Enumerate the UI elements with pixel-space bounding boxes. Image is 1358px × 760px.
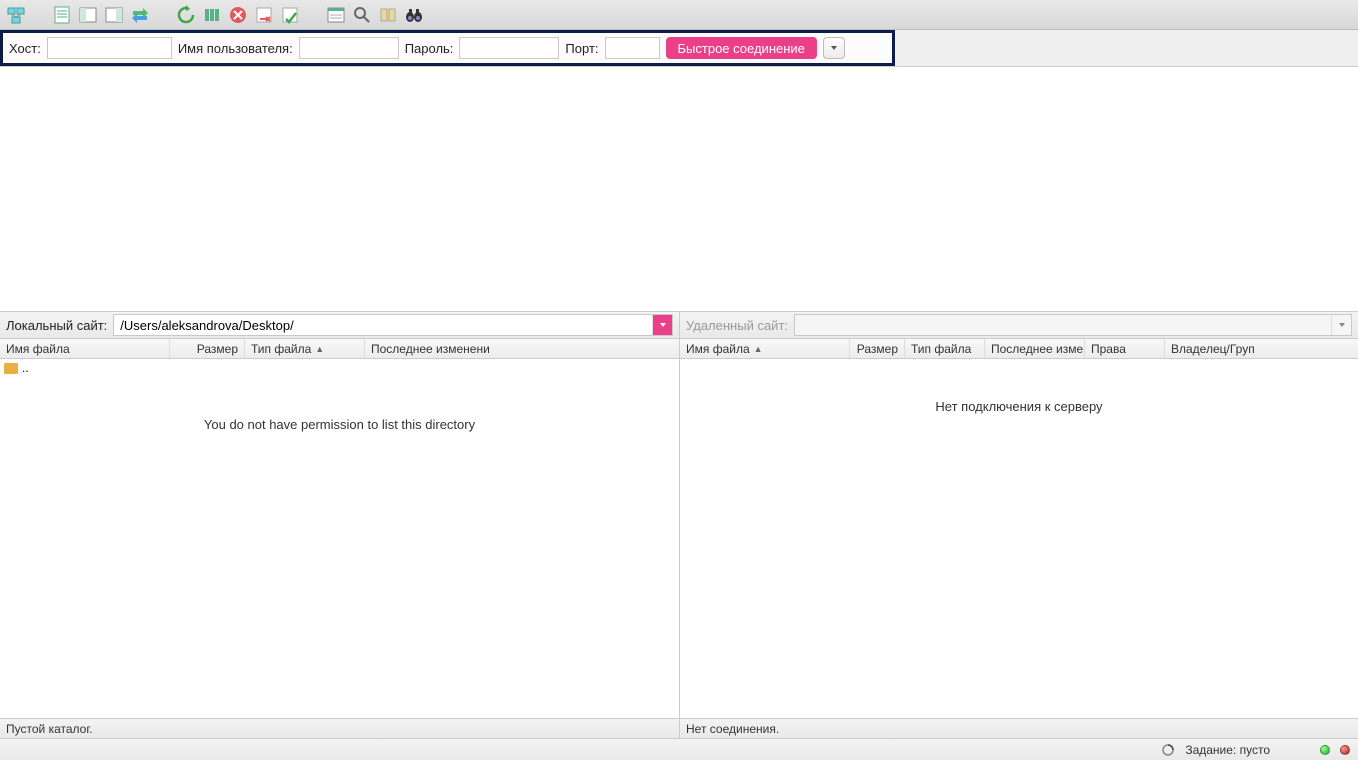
compare-icon[interactable] <box>376 3 400 27</box>
remote-panel: Имя файла▲ Размер Тип файла Последнее из… <box>680 339 1358 738</box>
remote-file-list[interactable]: Нет подключения к серверу <box>680 359 1358 718</box>
local-path-input[interactable] <box>114 315 652 335</box>
main-toolbar <box>0 0 1358 30</box>
status-bar: Задание: пусто <box>0 738 1358 760</box>
username-input[interactable] <box>299 37 399 59</box>
remote-column-headers[interactable]: Имя файла▲ Размер Тип файла Последнее из… <box>680 339 1358 359</box>
remote-path-dropdown-icon[interactable] <box>1331 315 1351 335</box>
remote-col-modified[interactable]: Последнее измен <box>985 339 1085 358</box>
remote-col-perms[interactable]: Права <box>1085 339 1165 358</box>
host-label: Хост: <box>9 41 41 56</box>
file-panels: Имя файла Размер Тип файла▲ Последнее из… <box>0 339 1358 738</box>
local-path-dropdown-icon[interactable] <box>652 315 672 335</box>
host-input[interactable] <box>47 37 172 59</box>
quickconnect-button[interactable]: Быстрое соединение <box>666 37 817 59</box>
remote-col-name[interactable]: Имя файла▲ <box>680 339 850 358</box>
status-dot-green <box>1320 745 1330 755</box>
local-col-size[interactable]: Размер <box>170 339 245 358</box>
activity-indicator-icon <box>1161 743 1175 757</box>
toggle-remote-tree-icon[interactable] <box>102 3 126 27</box>
binoculars-icon[interactable] <box>402 3 426 27</box>
local-status: Пустой каталог. <box>0 718 679 738</box>
folder-icon <box>4 363 18 374</box>
password-input[interactable] <box>459 37 559 59</box>
remote-col-type[interactable]: Тип файла <box>905 339 985 358</box>
parent-directory-row[interactable]: .. <box>0 359 679 377</box>
remote-path-input <box>795 315 1331 335</box>
local-col-name[interactable]: Имя файла <box>0 339 170 358</box>
username-label: Имя пользователя: <box>178 41 293 56</box>
remote-site-label: Удаленный сайт: <box>686 318 788 333</box>
search-icon[interactable] <box>350 3 374 27</box>
site-manager-icon[interactable] <box>4 3 28 27</box>
local-col-type[interactable]: Тип файла▲ <box>245 339 365 358</box>
remote-status: Нет соединения. <box>680 718 1358 738</box>
cancel-icon[interactable] <box>226 3 250 27</box>
local-path-combo[interactable] <box>113 314 673 336</box>
toggle-local-tree-icon[interactable] <box>76 3 100 27</box>
local-permission-message: You do not have permission to list this … <box>0 377 679 432</box>
site-path-bar: Локальный сайт: Удаленный сайт: <box>0 311 1358 339</box>
refresh-icon[interactable] <box>174 3 198 27</box>
remote-path-combo[interactable] <box>794 314 1352 336</box>
local-column-headers[interactable]: Имя файла Размер Тип файла▲ Последнее из… <box>0 339 679 359</box>
filter-icon[interactable] <box>324 3 348 27</box>
quickconnect-bar: Хост: Имя пользователя: Пароль: Порт: Бы… <box>0 30 895 66</box>
status-dot-red <box>1340 745 1350 755</box>
message-log[interactable] <box>0 67 1358 311</box>
password-label: Пароль: <box>405 41 454 56</box>
process-queue-icon[interactable] <box>200 3 224 27</box>
toggle-log-icon[interactable] <box>50 3 74 27</box>
local-file-list[interactable]: .. You do not have permission to list th… <box>0 359 679 718</box>
remote-connection-message: Нет подключения к серверу <box>680 359 1358 414</box>
local-col-modified[interactable]: Последнее изменени <box>365 339 679 358</box>
port-label: Порт: <box>565 41 598 56</box>
remote-col-owner[interactable]: Владелец/Груп <box>1165 339 1358 358</box>
disconnect-icon[interactable] <box>252 3 276 27</box>
quickconnect-dropdown[interactable] <box>823 37 845 59</box>
reconnect-icon[interactable] <box>278 3 302 27</box>
local-panel: Имя файла Размер Тип файла▲ Последнее из… <box>0 339 680 738</box>
remote-col-size[interactable]: Размер <box>850 339 905 358</box>
port-input[interactable] <box>605 37 660 59</box>
local-site-label: Локальный сайт: <box>6 318 107 333</box>
parent-dir-label: .. <box>22 361 29 375</box>
toggle-queue-icon[interactable] <box>128 3 152 27</box>
queue-status-label: Задание: пусто <box>1185 743 1270 757</box>
